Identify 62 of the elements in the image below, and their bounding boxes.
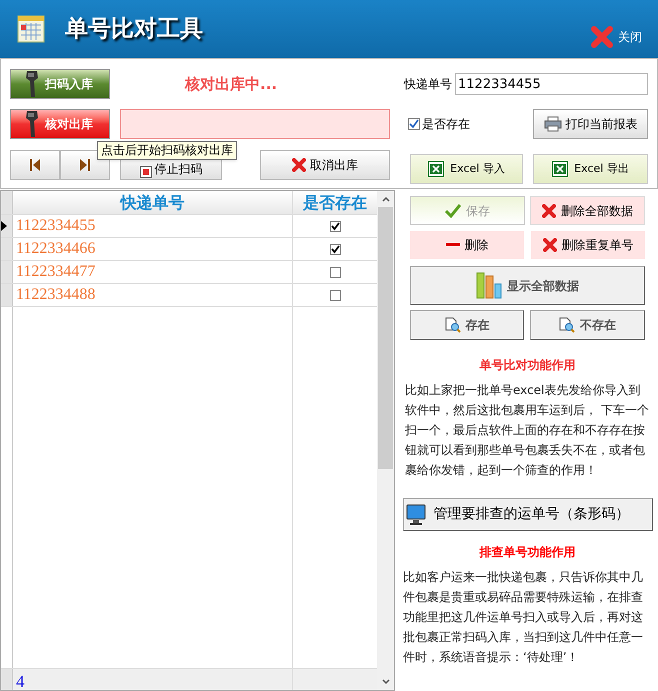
next-icon <box>80 159 90 171</box>
scanner-icon <box>25 70 39 98</box>
count-cell: 4 <box>13 669 293 690</box>
checkmark-icon <box>330 222 340 230</box>
check-out-button[interactable]: 核对出库 <box>10 109 110 139</box>
calendar-icon <box>17 15 45 43</box>
exists-checkbox[interactable]: 是否存在 <box>408 115 470 133</box>
delete-button[interactable]: 删除 <box>410 231 524 259</box>
printer-icon <box>544 116 562 132</box>
close-icon <box>292 158 306 172</box>
excel-import-button[interactable]: Excel 导入 <box>410 154 523 184</box>
note-heading: 单号比对功能作用 <box>480 357 576 374</box>
document-search-icon <box>444 317 460 333</box>
print-button[interactable]: 打印当前报表 <box>533 109 648 139</box>
row-header-cell[interactable] <box>1 261 13 283</box>
previous-icon <box>30 159 40 171</box>
excel-export-button[interactable]: Excel 导出 <box>533 154 648 184</box>
tracking-field[interactable]: 1122334455 <box>455 73 648 95</box>
scan-in-button[interactable]: 扫码入库 <box>10 69 110 99</box>
row-header-cell[interactable] <box>1 238 13 260</box>
table-cell: 1122334477 <box>13 261 293 283</box>
delete-all-button[interactable]: 删除全部数据 <box>530 196 645 225</box>
bar-chart-icon <box>476 272 502 299</box>
table-cell: 1122334488 <box>13 284 293 306</box>
manage-tracking-button[interactable]: 管理要排查的运单号（条形码） <box>402 498 652 531</box>
scroll-down-icon <box>382 679 390 685</box>
checkmark-icon <box>409 119 419 129</box>
not-exists-filter-button[interactable]: 不存在 <box>530 310 645 340</box>
close-icon <box>590 25 614 49</box>
stop-icon <box>140 166 152 178</box>
tooltip: 点击后开始扫码核对出库 <box>97 141 237 160</box>
close-button[interactable]: 关闭 <box>590 25 642 49</box>
minus-icon <box>446 243 460 247</box>
current-row-icon <box>1 221 7 231</box>
close-icon <box>542 204 556 218</box>
previous-button[interactable] <box>10 150 60 180</box>
note-heading: 排查单号功能作用 <box>480 544 576 561</box>
note-paragraph: 比如客户运来一批快递包裹，只告诉你其中几件包裹是贵重或易碎品需要特殊运输，在排查功能里把这几件运单号扫入或导入后，再对这批包裹正常扫码入库，当扫到这几件中任意一件时，系统语音提示：‘待处理’！ <box>402 569 644 666</box>
scan-field[interactable] <box>120 109 390 139</box>
window-title: 单号比对工具 <box>65 14 203 44</box>
scrollbar[interactable] <box>377 191 394 690</box>
checkmark-icon <box>330 244 340 254</box>
table-cell: 1122334466 <box>13 238 293 260</box>
show-all-button[interactable]: 显示全部数据 <box>410 266 645 305</box>
scroll-up-icon <box>382 196 390 202</box>
close-icon <box>542 238 556 252</box>
scroll-thumb[interactable] <box>378 207 393 469</box>
monitor-icon <box>406 504 426 526</box>
cancel-checkout-button[interactable]: 取消出库 <box>260 150 390 180</box>
exists-filter-button[interactable]: 存在 <box>410 310 524 340</box>
document-search-icon <box>559 317 575 333</box>
checkmark-icon <box>445 204 461 218</box>
table-cell: 1122334455 <box>13 215 293 237</box>
delete-duplicates-button[interactable]: 删除重复单号 <box>531 231 645 259</box>
note-paragraph: 比如上家把一批单号excel表先发给你导入到软件中，然后这批包裹用车运到后， 下车一个扫一个，最后点软件上面的存在和不存存在按钮就可以看到那些单号包裹丢失不在，或者包裹给你发错，起到一个筛查的作用！ <box>404 382 650 479</box>
row-header-cell[interactable] <box>1 215 13 237</box>
spreadsheet-icon <box>428 161 444 177</box>
tracking-label: 快递单号 <box>404 76 452 93</box>
scanner-icon <box>25 110 39 138</box>
row-header-cell[interactable] <box>1 284 13 306</box>
status-text: 核对出库中... <box>185 74 278 95</box>
spreadsheet-icon <box>552 161 568 177</box>
